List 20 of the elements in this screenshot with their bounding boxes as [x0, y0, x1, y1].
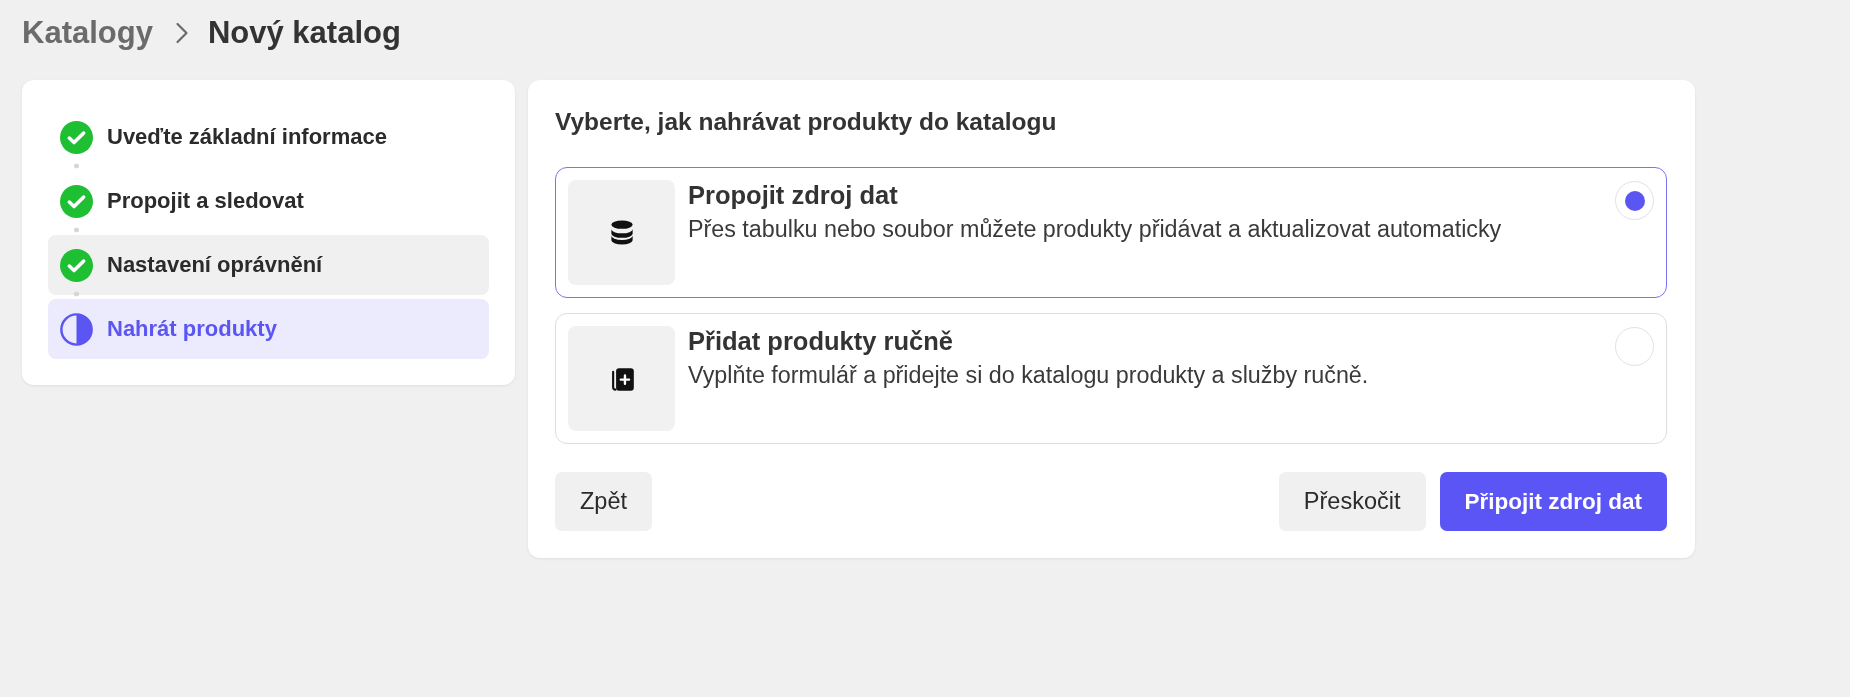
option-card[interactable]: Propojit zdroj dat Přes tabulku nebo soubor můžete produkty přidávat a aktualizovat automaticky	[555, 167, 1667, 298]
option-title: Propojit zdroj dat	[688, 180, 899, 210]
option-description: Vyplňte formulář a přidejte si do katalogu produkty a služby ručně.	[688, 361, 1370, 389]
option-title: Přidat produkty ručně	[688, 326, 954, 356]
option-description: Přes tabulku nebo soubor můžete produkty přidávat a aktualizovat automaticky	[688, 215, 1503, 243]
back-button[interactable]: Zpět	[555, 472, 653, 531]
database-icon	[609, 219, 634, 246]
section-heading: Vyberte, jak nahrávat produkty do katalogu	[555, 108, 1058, 136]
skip-button[interactable]: Přeskočit	[1278, 472, 1426, 531]
breadcrumb-current: Nový katalog	[207, 15, 401, 51]
step-item[interactable]: Nastavení oprávnění	[48, 235, 489, 295]
primary-button[interactable]: Připojit zdroj dat	[1439, 472, 1667, 531]
step-item[interactable]: Nahrát produkty	[48, 299, 489, 359]
radio-button[interactable]	[1615, 327, 1654, 366]
option-card[interactable]: Přidat produkty ručně Vyplňte formulář a přidejte si do katalogu produkty a služby ručně.	[555, 313, 1667, 444]
radio-button[interactable]	[1615, 181, 1654, 220]
step-item[interactable]: Uveďte základní informace	[48, 107, 489, 167]
breadcrumb-link[interactable]: Katalogy	[22, 15, 153, 51]
step-item[interactable]: Propojit a sledovat	[48, 171, 489, 231]
chevron-right-icon	[174, 22, 189, 44]
